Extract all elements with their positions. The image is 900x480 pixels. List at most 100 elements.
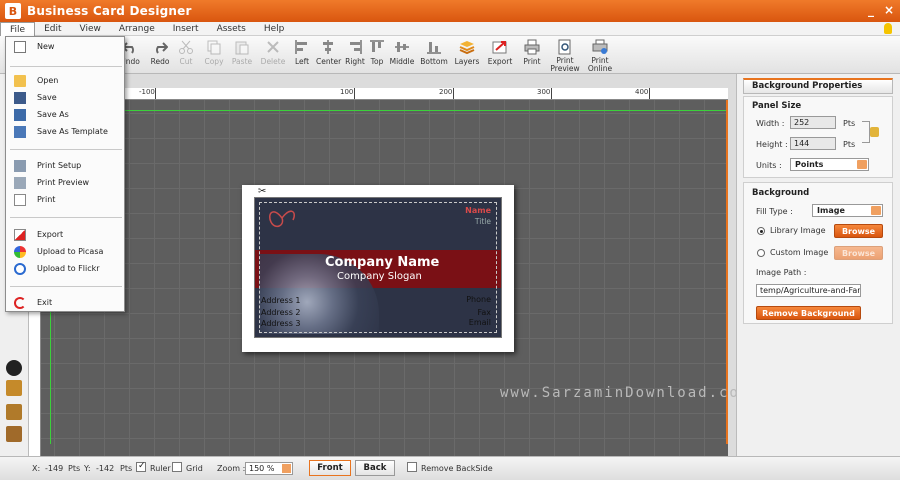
close-button[interactable]: ×	[884, 3, 894, 17]
edit-asset-icon[interactable]	[6, 404, 22, 420]
grid-checkbox[interactable]	[172, 462, 182, 472]
zoom-select[interactable]: 150 %	[245, 462, 293, 475]
card-address-1[interactable]: Address 1	[261, 296, 301, 305]
menu-item-exit[interactable]: Exit	[6, 295, 124, 310]
new-file-icon	[14, 40, 26, 53]
panel-size-section: Panel Size Width : 252 Pts Height : 144 …	[743, 96, 893, 178]
minimize-button[interactable]: _	[868, 3, 874, 17]
menu-help[interactable]: Help	[255, 22, 294, 36]
menu-item-save-as-template[interactable]: Save As Template	[6, 124, 124, 139]
lightbulb-icon[interactable]	[884, 23, 892, 34]
image-path-input[interactable]: temp/Agriculture-and-Farm	[756, 284, 861, 297]
browse-library-button[interactable]: Browse	[834, 224, 883, 238]
print-preview-icon	[14, 176, 26, 189]
card-address-3[interactable]: Address 3	[261, 319, 301, 328]
chevron-down-icon	[282, 464, 291, 473]
card-title-small[interactable]: Title	[475, 217, 491, 226]
align-center-icon	[323, 40, 333, 54]
align-left-icon	[295, 40, 307, 54]
align-top-button[interactable]: Top	[369, 39, 385, 72]
print-online-button[interactable]: Print Online	[585, 39, 615, 73]
menu-item-export[interactable]: Export	[6, 227, 124, 242]
export-icon	[492, 41, 507, 54]
menu-item-print-setup[interactable]: Print Setup	[6, 158, 124, 173]
menu-item-upload-picasa[interactable]: Upload to Picasa	[6, 244, 124, 259]
align-left-button[interactable]: Left	[293, 39, 311, 72]
width-input[interactable]: 252	[790, 116, 836, 129]
copy-icon	[207, 40, 221, 55]
paste-button[interactable]: Paste	[230, 39, 254, 72]
cut-button[interactable]: Cut	[176, 39, 196, 72]
card-email[interactable]: Email	[469, 318, 491, 327]
remove-backside-checkbox[interactable]	[407, 462, 417, 472]
menu-edit[interactable]: Edit	[35, 22, 70, 36]
align-center-button[interactable]: Center	[316, 39, 341, 72]
add-asset-icon[interactable]	[6, 380, 22, 396]
browse-custom-button[interactable]: Browse	[834, 246, 883, 260]
menu-item-open[interactable]: Open	[6, 73, 124, 88]
card-company-slogan[interactable]: Company Slogan	[337, 271, 422, 282]
copy-button[interactable]: Copy	[202, 39, 226, 72]
brush-tool-icon[interactable]	[6, 360, 22, 376]
window-title: Business Card Designer	[27, 4, 192, 18]
menu-item-upload-flickr[interactable]: Upload to Flickr	[6, 261, 124, 276]
height-input[interactable]: 144	[790, 137, 836, 150]
align-top-icon	[370, 40, 384, 52]
export-button[interactable]: Export	[486, 39, 514, 72]
back-button[interactable]: Back	[355, 460, 395, 476]
print-preview-icon	[558, 39, 571, 55]
redo-icon	[156, 42, 168, 54]
align-right-icon	[350, 40, 362, 54]
menu-bar: File Edit View Arrange Insert Assets Hel…	[0, 21, 900, 36]
menu-assets[interactable]: Assets	[208, 22, 255, 36]
card-name-small[interactable]: Name	[465, 206, 491, 215]
card-company-name[interactable]: Company Name	[325, 255, 439, 270]
ruler-checkbox[interactable]	[136, 461, 146, 472]
paste-icon	[235, 41, 249, 55]
export-icon	[14, 228, 26, 241]
remove-background-button[interactable]: Remove Background	[756, 306, 861, 320]
layers-button[interactable]: Layers	[454, 39, 480, 72]
menu-item-save[interactable]: Save	[6, 90, 124, 105]
card-phone[interactable]: Phone	[466, 295, 491, 304]
align-middle-button[interactable]: Middle	[389, 39, 415, 72]
menu-insert[interactable]: Insert	[164, 22, 208, 36]
horizontal-ruler: -100 100 200 300 400	[29, 88, 728, 100]
panel-size-heading: Panel Size	[752, 101, 802, 111]
business-card-preview[interactable]: Name Title Company Name Company Slogan A…	[254, 197, 502, 338]
menu-item-save-as[interactable]: Save As	[6, 107, 124, 122]
print-preview-button[interactable]: Print Preview	[550, 39, 580, 73]
card-address-2[interactable]: Address 2	[261, 308, 301, 317]
watermark-text: www.SarzaminDownload.com	[500, 385, 751, 401]
file-menu-dropdown: New Open Save Save As Save As Template P…	[5, 36, 125, 312]
print-button[interactable]: Print	[520, 39, 544, 72]
menu-item-print[interactable]: Print	[6, 192, 124, 207]
align-bottom-button[interactable]: Bottom	[419, 39, 449, 72]
menu-view[interactable]: View	[71, 22, 110, 36]
cut-mark-icon: ✂	[258, 186, 267, 197]
menu-file[interactable]: File	[0, 21, 36, 36]
y-coordinate: -142	[96, 464, 115, 473]
delete-button[interactable]: Delete	[260, 39, 286, 72]
fill-type-select[interactable]: Image	[812, 204, 883, 217]
redo-button[interactable]: Redo	[148, 39, 172, 72]
picasa-icon	[14, 245, 26, 258]
folder-open-icon	[14, 74, 26, 87]
front-button[interactable]: Front	[309, 460, 351, 476]
lock-icon[interactable]	[870, 127, 879, 137]
menu-item-print-preview[interactable]: Print Preview	[6, 175, 124, 190]
layers-icon	[459, 41, 475, 55]
app-logo-icon: B	[5, 3, 21, 19]
remove-asset-icon[interactable]	[6, 426, 22, 442]
print-online-icon	[592, 39, 608, 54]
library-image-radio[interactable]	[757, 227, 765, 235]
menu-item-new[interactable]: New	[6, 39, 124, 54]
background-section: Background Fill Type : Image Library Ima…	[743, 182, 893, 324]
x-coordinate: -149	[45, 464, 64, 473]
menu-arrange[interactable]: Arrange	[110, 22, 164, 36]
printer-icon	[14, 193, 26, 206]
units-select[interactable]: Points	[790, 158, 869, 171]
custom-image-radio[interactable]	[757, 249, 765, 257]
card-fax[interactable]: Fax	[477, 308, 491, 317]
align-right-button[interactable]: Right	[345, 39, 365, 72]
